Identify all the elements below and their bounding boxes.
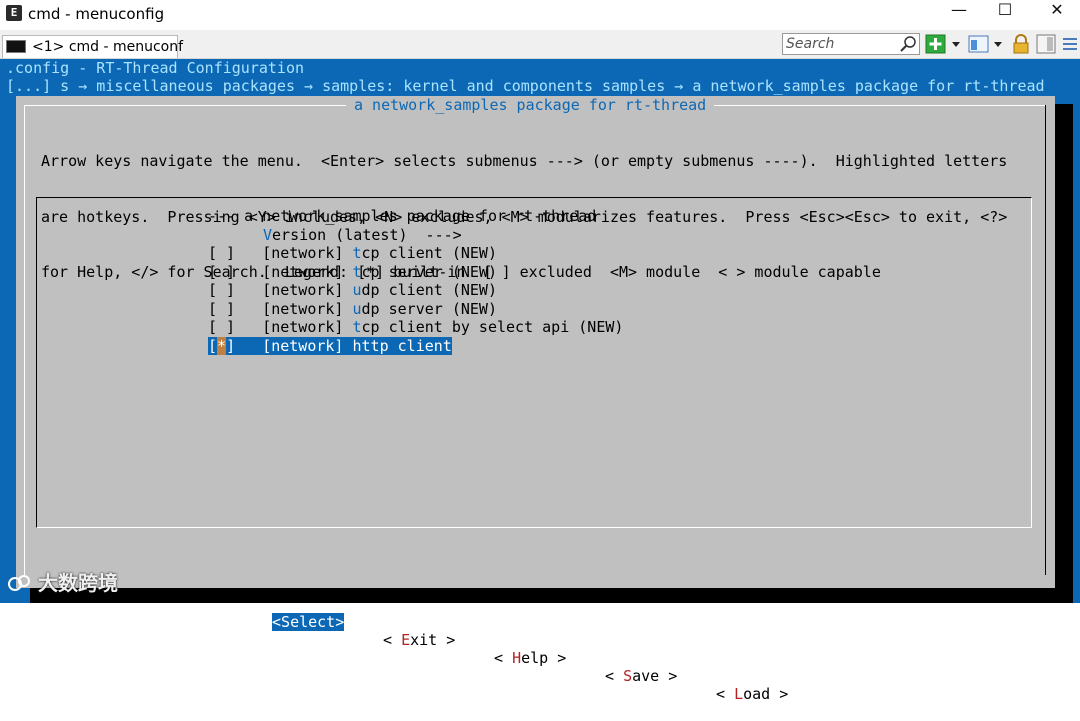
terminal-area[interactable]: .config - RT-Thread Configuration [...] … (0, 59, 1080, 703)
panel-view-icon[interactable] (1035, 34, 1057, 54)
hotkey: t (352, 262, 362, 281)
close-button[interactable]: ✕ (1034, 0, 1080, 30)
hotkey: t (352, 318, 362, 336)
hotkey: V (263, 225, 273, 244)
checkbox[interactable]: [ ] (208, 300, 235, 318)
dialog-border (24, 105, 25, 575)
version-item[interactable]: Version (latest) ---> (263, 226, 462, 245)
checkbox[interactable]: [ ] (208, 281, 235, 299)
save-button[interactable]: < Save > (605, 667, 677, 685)
window-title: cmd - menuconfig (28, 5, 165, 23)
search-icon[interactable] (899, 35, 917, 53)
hotkey: t (352, 244, 362, 262)
chevron-down-icon[interactable] (950, 34, 962, 54)
console-app-icon: E (6, 5, 22, 21)
config-title: .config - RT-Thread Configuration (6, 59, 305, 77)
checkbox[interactable]: [ ] (208, 318, 235, 336)
menu-lines-icon[interactable] (1060, 34, 1080, 54)
dialog-border (1045, 105, 1046, 575)
minimize-button[interactable]: — (936, 0, 982, 30)
console-tab[interactable]: <1> cmd - menuconf (2, 35, 183, 58)
checkbox[interactable]: [ ] (208, 244, 235, 262)
watermark-text: 大数跨境 (38, 571, 118, 595)
menu-item-udp-client[interactable]: [ ] [network] udp client (NEW) (208, 281, 497, 300)
menu-header: --- a network_samples package for rt-thr… (208, 207, 597, 225)
lock-icon[interactable] (1010, 34, 1032, 54)
switch-console-icon[interactable] (967, 34, 991, 54)
search-input[interactable] (786, 35, 898, 53)
dialog-title: a network_samples package for rt-thread (346, 96, 715, 114)
breadcrumb: [...] s → miscellaneous packages → sampl… (6, 77, 1045, 95)
menu-list: --- a network_samples package for rt-thr… (36, 197, 1032, 528)
help-button[interactable]: < Help > (494, 649, 566, 667)
menu-item-http-client[interactable]: [*] [network] http client (208, 336, 452, 355)
load-button[interactable]: < Load > (716, 685, 788, 703)
hotkey: u (352, 299, 362, 318)
search-box[interactable] (782, 33, 920, 55)
button-bar: <Select> < Exit > < Help > < Save > < Lo… (16, 595, 1055, 703)
dialog-shadow (1055, 104, 1073, 588)
menu-item-tcp-client-select[interactable]: [ ] [network] tcp client by select api (… (208, 318, 623, 337)
chevron-down-icon[interactable] (992, 34, 1004, 54)
help-line: Arrow keys navigate the menu. <Enter> se… (41, 152, 1008, 170)
exit-button[interactable]: < Exit > (383, 631, 455, 649)
select-button[interactable]: <Select> (272, 613, 345, 631)
maximize-button[interactable]: ☐ (982, 0, 1028, 30)
menu-item-tcp-client[interactable]: [ ] [network] tcp client (NEW) (208, 244, 497, 263)
hotkey: h (352, 336, 362, 355)
checkbox[interactable]: [ ] (208, 263, 235, 281)
checkbox[interactable]: [*] (208, 336, 235, 355)
menu-item-udp-server[interactable]: [ ] [network] udp server (NEW) (208, 300, 497, 319)
new-console-icon[interactable] (925, 34, 947, 54)
terminal-icon (6, 40, 26, 53)
tab-label: <1> cmd - menuconf (32, 39, 184, 55)
title-bar: E cmd - menuconfig — ☐ ✕ (0, 0, 1080, 30)
watermark: 大数跨境 (8, 567, 118, 596)
menuconfig-dialog: a network_samples package for rt-thread … (16, 96, 1055, 703)
hotkey: u (352, 281, 362, 299)
watermark-logo-icon (8, 575, 30, 591)
menu-item-tcp-server[interactable]: [ ] [network] tcp server (NEW) (208, 263, 497, 282)
